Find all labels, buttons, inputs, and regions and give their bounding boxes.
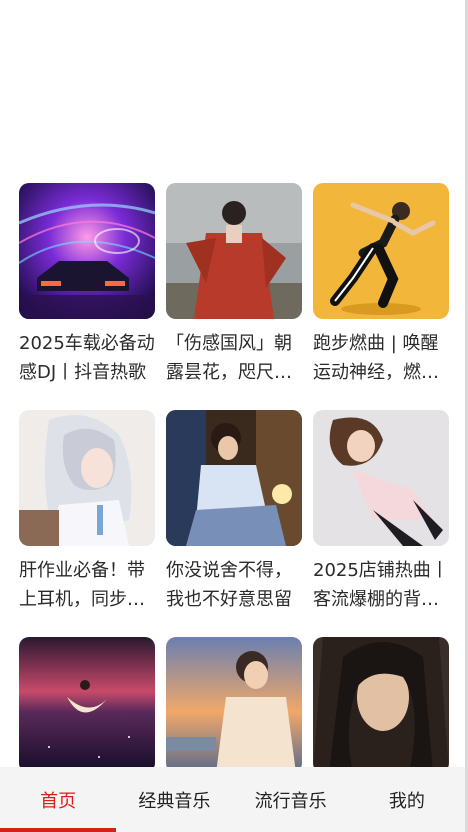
- playlist-title[interactable]: 2025店铺热曲丨客流爆棚的背景音乐: [313, 556, 449, 614]
- tab-home[interactable]: 首页: [0, 767, 117, 832]
- playlist-card[interactable]: 2025店铺热曲丨客流爆棚的背景音乐: [313, 410, 449, 614]
- playlist-cover[interactable]: [19, 410, 155, 546]
- playlist-card[interactable]: 「伤感国风」朝露昙花，咫尺天涯: [166, 183, 302, 387]
- playlist-card[interactable]: 2025车载必备动感DJ丨抖音热歌: [19, 183, 155, 387]
- playlist-cover[interactable]: [313, 410, 449, 546]
- playlist-card[interactable]: 肝作业必备！带上耳机，同步学习: [19, 410, 155, 614]
- playlist-cover[interactable]: [313, 637, 449, 773]
- playlist-card[interactable]: 你没说舍不得，我也不好意思留: [166, 410, 302, 614]
- playlist-cover[interactable]: [166, 410, 302, 546]
- playlist-cover[interactable]: [166, 183, 302, 319]
- tab-classic-music[interactable]: 经典音乐: [116, 767, 232, 832]
- playlist-cover[interactable]: [19, 183, 155, 319]
- tab-mine[interactable]: 我的: [349, 767, 465, 832]
- playlist-title[interactable]: 2025车载必备动感DJ丨抖音热歌: [19, 329, 155, 387]
- playlist-title[interactable]: 跑步燃曲 | 唤醒运动神经，燃烧卡路里: [313, 329, 449, 387]
- playlist-cover[interactable]: [313, 183, 449, 319]
- playlist-cover[interactable]: [19, 637, 155, 773]
- bottom-tab-bar: 首页 经典音乐 流行音乐 我的: [0, 767, 465, 832]
- playlist-card[interactable]: [19, 637, 155, 783]
- playlist-cover[interactable]: [166, 637, 302, 773]
- tab-pop-music[interactable]: 流行音乐: [233, 767, 349, 832]
- playlist-title[interactable]: 肝作业必备！带上耳机，同步学习: [19, 556, 155, 614]
- playlist-title[interactable]: 「伤感国风」朝露昙花，咫尺天涯: [166, 329, 302, 387]
- playlist-card[interactable]: [166, 637, 302, 783]
- playlist-card[interactable]: [313, 637, 449, 783]
- playlist-title[interactable]: 你没说舍不得，我也不好意思留: [166, 556, 302, 614]
- playlist-card[interactable]: 跑步燃曲 | 唤醒运动神经，燃烧卡路里: [313, 183, 449, 387]
